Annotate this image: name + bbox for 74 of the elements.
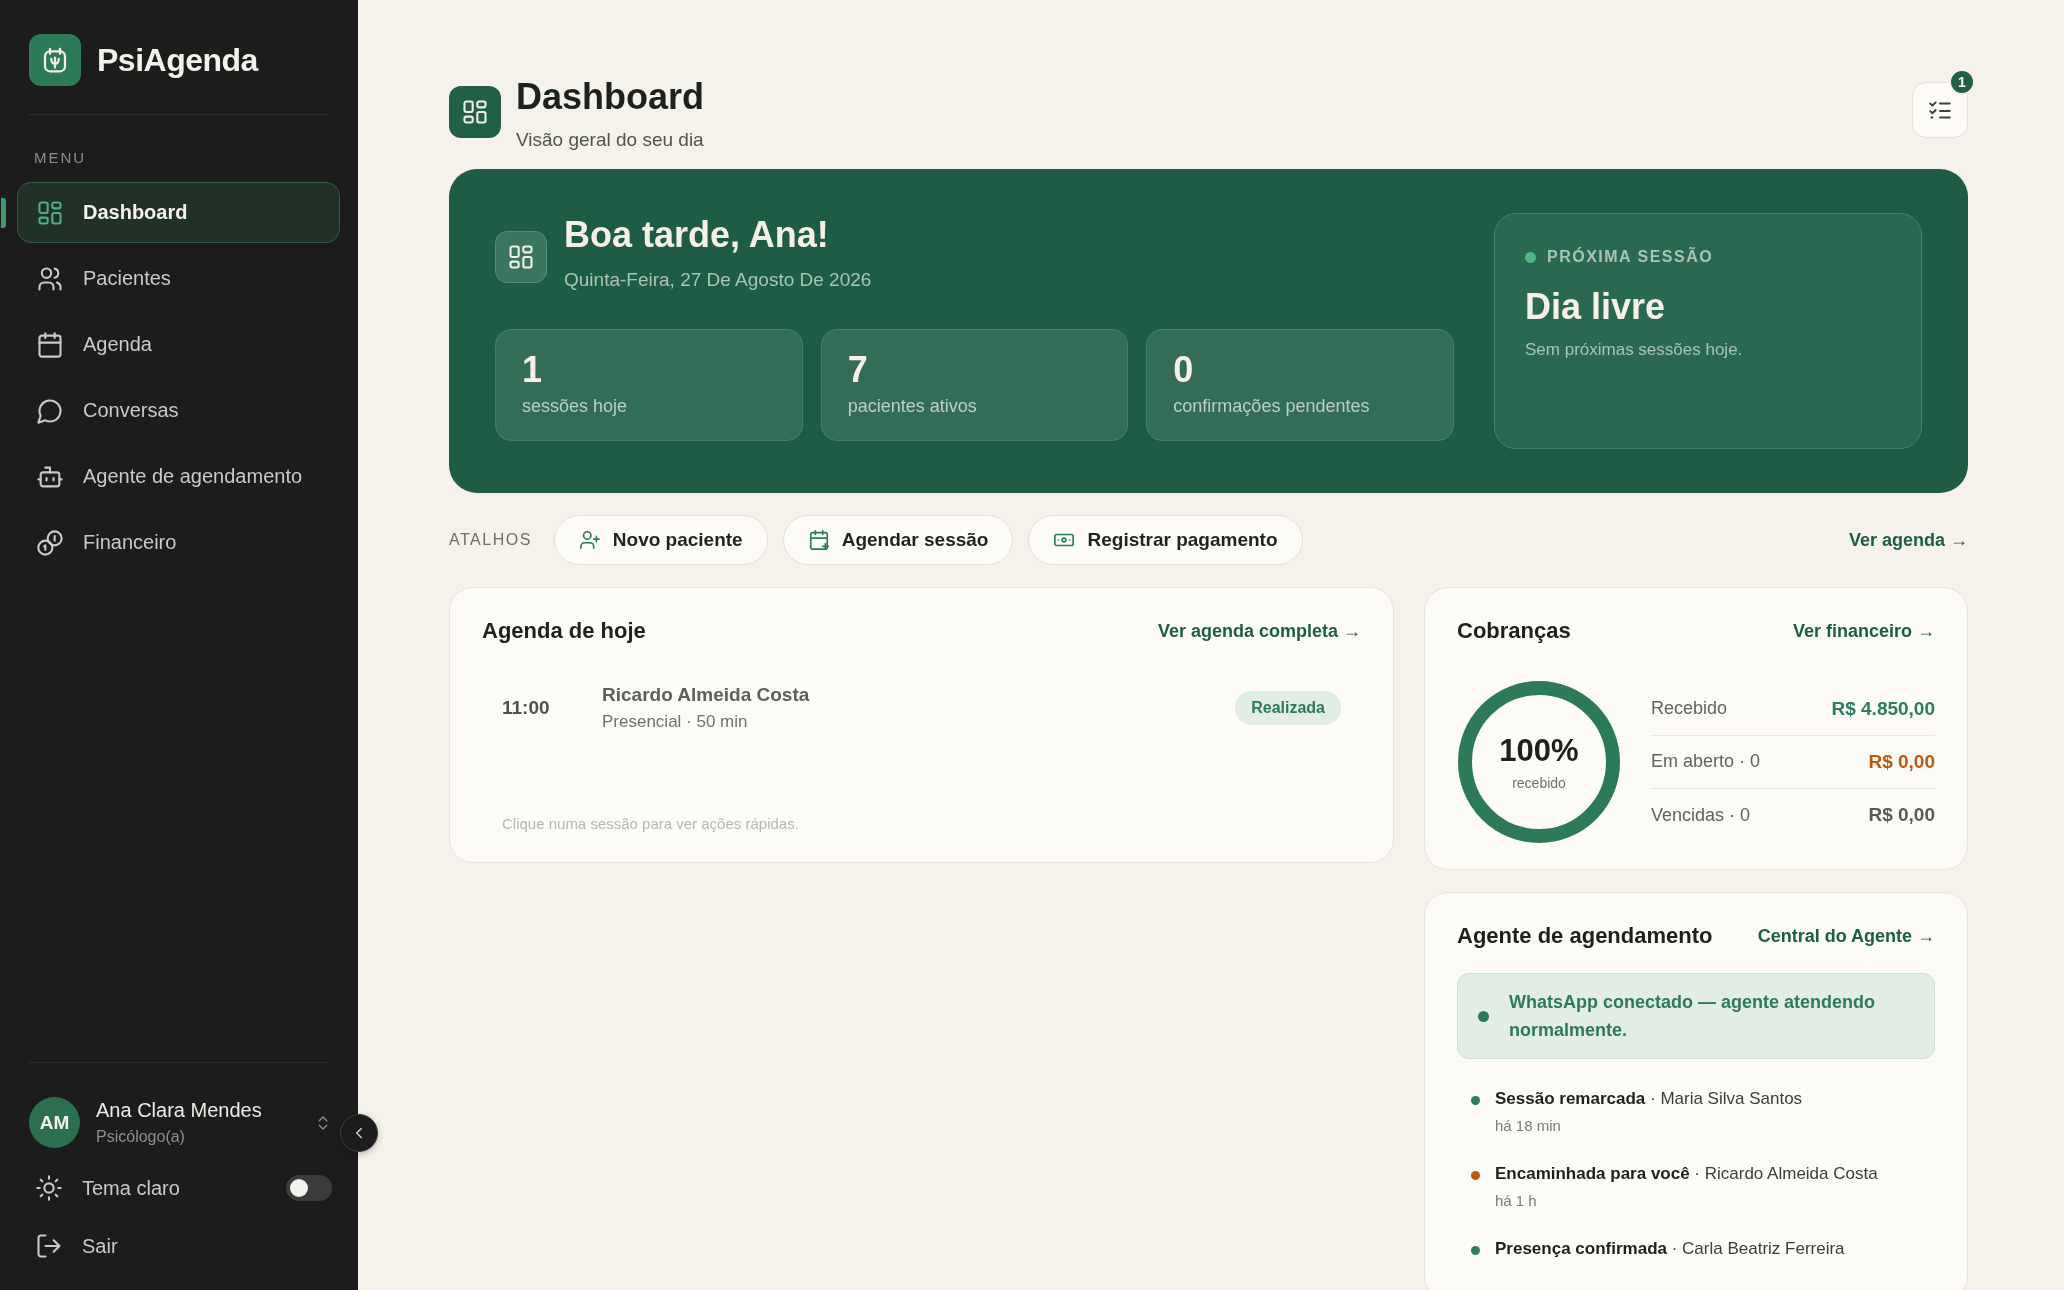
logo-icon bbox=[29, 34, 81, 86]
view-agenda-link[interactable]: Ver agenda → bbox=[1848, 529, 1968, 551]
percent-value: 100% bbox=[1499, 733, 1579, 769]
chat-bubble-icon bbox=[36, 396, 64, 425]
activity-text: Sessão remarcada · Maria Silva Santos bbox=[1495, 1089, 1803, 1109]
stat-value: 1 bbox=[522, 350, 544, 390]
users-icon bbox=[36, 264, 64, 293]
theme-label: Tema claro bbox=[82, 1176, 181, 1200]
coins-icon bbox=[36, 528, 64, 557]
view-finance-link[interactable]: Ver financeiro → bbox=[1792, 620, 1935, 642]
hint-text: Clique numa sessão para ver ações rápidas. bbox=[501, 815, 800, 832]
page-title: Dashboard bbox=[516, 75, 706, 119]
date-text: Quinta-Feira, 27 De Agosto De 2026 bbox=[564, 269, 872, 291]
shortcut-button[interactable]: Registrar pagamento bbox=[1028, 515, 1303, 565]
shortcuts-label: ATALHOS bbox=[449, 531, 532, 549]
amount-value: R$ 0,00 bbox=[1868, 804, 1935, 826]
sun-icon bbox=[35, 1174, 63, 1202]
notification-badge: 1 bbox=[1949, 69, 1975, 95]
menu-label: MENU bbox=[34, 149, 88, 166]
stat-value: 7 bbox=[847, 350, 869, 390]
session-time: 11:00 bbox=[502, 697, 551, 719]
session-row[interactable]: 11:00 Ricardo Almeida Costa Presencial · 50 min Realizada bbox=[482, 644, 1361, 732]
status-tag: Realizada bbox=[1235, 691, 1341, 725]
theme-toggle[interactable] bbox=[286, 1175, 332, 1201]
stat-label: sessões hoje bbox=[522, 396, 629, 417]
app-name: PsiAgenda bbox=[97, 41, 258, 79]
user-avatar[interactable]: AM bbox=[29, 1097, 80, 1148]
card-title: Agente de agendamento bbox=[1457, 923, 1713, 949]
dashboard-icon bbox=[495, 231, 547, 283]
amount-label: Em aberto · 0 bbox=[1651, 751, 1761, 772]
nav-item[interactable]: Agente de agendamento bbox=[17, 446, 340, 507]
logout-icon bbox=[35, 1232, 63, 1260]
stat-label: pacientes ativos bbox=[847, 396, 978, 417]
active-indicator bbox=[1, 198, 6, 228]
amount-value: R$ 0,00 bbox=[1868, 750, 1935, 773]
amount-label: Vencidas · 0 bbox=[1651, 804, 1751, 826]
user-plus-icon bbox=[578, 529, 601, 551]
user-name: Ana Clara Mendes bbox=[96, 1099, 263, 1122]
agent-center-link[interactable]: Central do Agente → bbox=[1757, 925, 1935, 947]
stat-label: confirmações pendentes bbox=[1173, 396, 1371, 417]
greeting: Boa tarde, Ana! bbox=[564, 213, 830, 257]
next-session-note: Sem próximas sessões hoje. bbox=[1525, 340, 1744, 360]
shortcut-button[interactable]: Agendar sessão bbox=[782, 515, 1014, 565]
status-dot bbox=[1478, 1010, 1489, 1022]
amount-value: R$ 4.850,00 bbox=[1831, 697, 1935, 720]
activity-text: Presença confirmada · Carla Beatriz Ferreira bbox=[1495, 1239, 1845, 1259]
dashboard-icon bbox=[36, 198, 64, 227]
amount-label: Recebido bbox=[1651, 698, 1728, 719]
percent-caption: recebido bbox=[1512, 775, 1566, 791]
nav-item[interactable]: Pacientes bbox=[17, 248, 340, 309]
nav-item[interactable]: Financeiro bbox=[17, 512, 340, 573]
calendar-plus-icon bbox=[807, 529, 830, 551]
stat-value: 0 bbox=[1173, 350, 1195, 390]
card-title: Agenda de hoje bbox=[482, 618, 646, 644]
next-session-label: PRÓXIMA SESSÃO bbox=[1547, 248, 1714, 266]
page-subtitle: Visão geral do seu dia bbox=[516, 129, 705, 151]
nav-item[interactable]: Conversas bbox=[17, 380, 340, 441]
status-dot bbox=[1525, 251, 1536, 263]
activity-text: Encaminhada para você · Ricardo Almeida Costa bbox=[1495, 1164, 1878, 1184]
dashboard-icon bbox=[449, 86, 501, 138]
session-details: Presencial · 50 min bbox=[602, 712, 749, 732]
shortcut-button[interactable]: Novo paciente bbox=[553, 515, 768, 565]
logout-link[interactable]: Sair bbox=[35, 1232, 340, 1260]
activity-time: há 18 min bbox=[1495, 1117, 1562, 1134]
next-session-title: Dia livre bbox=[1525, 286, 1667, 328]
calendar-icon bbox=[36, 330, 64, 359]
view-agenda-link[interactable]: Ver agenda completa → bbox=[1157, 620, 1361, 642]
patient-name: Ricardo Almeida Costa bbox=[602, 684, 811, 706]
nav-item[interactable]: Agenda bbox=[17, 314, 340, 375]
card-title: Cobranças bbox=[1457, 618, 1571, 644]
user-role: Psicólogo(a) bbox=[96, 1128, 186, 1146]
collapse-button[interactable] bbox=[340, 1114, 378, 1152]
activity-time: há 1 h bbox=[1495, 1192, 1538, 1209]
status-text: WhatsApp conectado — agente atendendo normalmente. bbox=[1509, 991, 1877, 1042]
